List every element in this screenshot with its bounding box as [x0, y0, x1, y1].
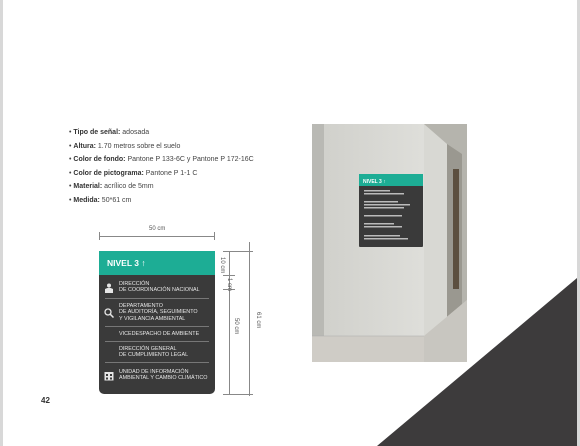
divider: [105, 362, 209, 363]
spec-label: Color de pictograma:: [73, 169, 144, 177]
spec-value: adosada: [120, 129, 150, 136]
gap-height-label: 1 cm: [226, 278, 232, 292]
width-dimension-label: 50 cm: [149, 226, 166, 232]
divider: [105, 298, 209, 299]
magnifier-icon: [104, 308, 114, 318]
info-building-icon: [104, 372, 114, 381]
corner-decoration: [377, 278, 577, 446]
spec-value: 50*61 cm: [99, 196, 132, 204]
body-height-label: 50 cm: [233, 318, 239, 335]
height-dimension-line: [229, 251, 230, 394]
spec-row: • Tipo de señal: adosada: [69, 129, 150, 136]
spec-label: Material:: [73, 183, 103, 190]
spec-label: Altura:: [73, 142, 96, 150]
page: • Tipo de señal: adosada • Altura: 1.70 …: [3, 0, 577, 446]
divider: [105, 341, 209, 342]
sign-title: NIVEL 3 ↑: [99, 251, 215, 275]
page-number: 42: [41, 396, 50, 405]
spec-label: Color de fondo:: [73, 156, 126, 163]
total-height-dimension-line: [249, 242, 250, 396]
dimension-tick: [223, 251, 253, 252]
width-dimension-line: [99, 236, 215, 237]
sign-item-line: DE COORDINACIÓN NACIONAL: [119, 287, 200, 294]
spec-row: • Altura: 1.70 metros sobre el suelo: [69, 142, 181, 150]
sign-item-line: DE AUDITORÍA, SEGUIMIENTO: [119, 309, 198, 316]
sign-item-line: VICEDESPACHO DE AMBIENTE: [119, 331, 200, 337]
sign-item-line: DE CUMPLIMIENTO LEGAL: [119, 352, 189, 359]
svg-text:NIVEL 3 ↑: NIVEL 3 ↑: [363, 179, 386, 185]
directory-sign: NIVEL 3 ↑ DIRECCIÓN DE COORDINACIÓN NACIO…: [99, 251, 215, 394]
spec-row: • Color de fondo: Pantone P 133-6C y Pan…: [69, 156, 254, 163]
sign-specifications: • Tipo de señal: adosada • Altura: 1.70 …: [69, 126, 254, 207]
sign-item-line: Y VIGILANCIA AMBIENTAL: [119, 315, 186, 322]
dimension-tick: [214, 232, 215, 240]
spec-value: acrílico de 5mm: [102, 183, 154, 190]
sign-item-line: AMBIENTAL Y CAMBIO CLIMÁTICO: [119, 375, 208, 382]
dimension-tick: [223, 394, 253, 395]
dimension-tick: [99, 232, 100, 240]
total-height-label: 61 cm: [255, 312, 261, 329]
spec-row: • Material: acrílico de 5mm: [69, 183, 154, 190]
spec-row: • Color de pictograma: Pantone P 1-1 C: [69, 169, 198, 177]
spec-label: Medida:: [73, 196, 100, 204]
person-icon: [105, 283, 113, 293]
spec-value: Pantone P 133-6C y Pantone P 172-16C: [125, 156, 254, 163]
header-height-label: 10 cm: [219, 257, 225, 274]
spec-value: Pantone P 1-1 C: [143, 169, 198, 177]
spec-row: • Medida: 50*61 cm: [69, 196, 132, 204]
spec-label: Tipo de señal:: [73, 129, 121, 136]
spec-value: 1.70 metros sobre el suelo: [95, 142, 181, 150]
divider: [105, 326, 209, 327]
